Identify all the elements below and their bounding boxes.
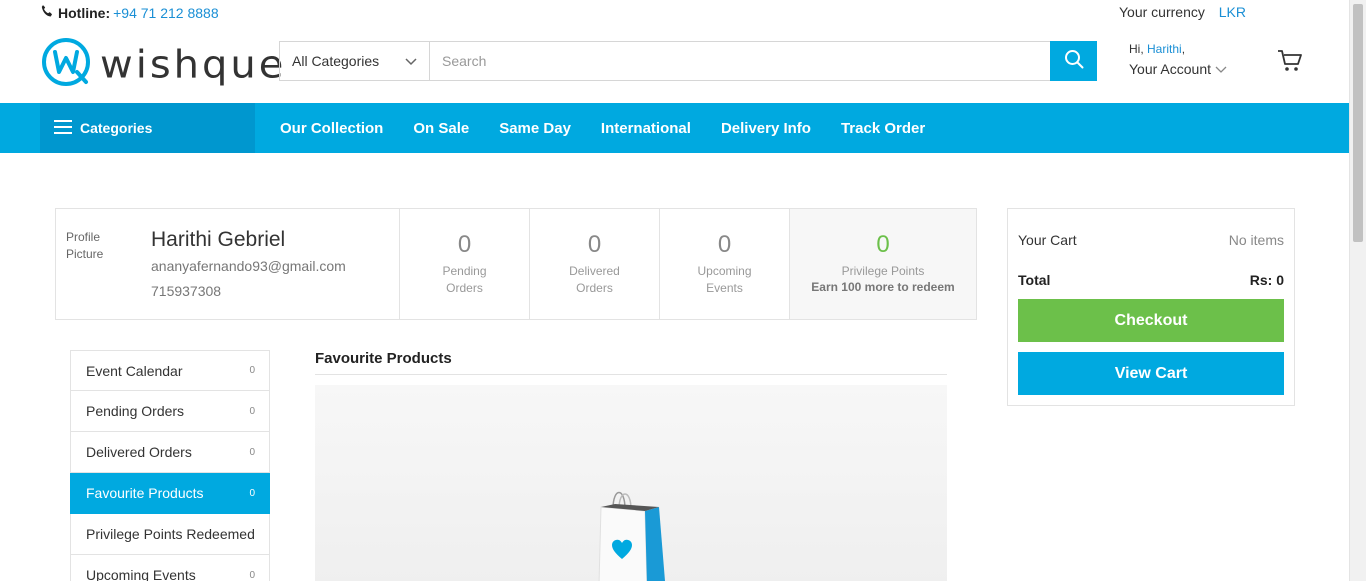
hotline-label: Hotline: bbox=[58, 5, 111, 21]
categories-label: Categories bbox=[80, 120, 153, 136]
logo-text: wishque bbox=[100, 42, 287, 87]
view-cart-button[interactable]: View Cart bbox=[1018, 352, 1284, 395]
side-menu-item-delivered-orders[interactable]: Delivered Orders 0 bbox=[70, 432, 270, 473]
cart-title: Your Cart bbox=[1018, 232, 1077, 248]
page-scrollbar[interactable] bbox=[1349, 0, 1366, 581]
nav-link-same-day[interactable]: Same Day bbox=[499, 120, 571, 137]
nav-link-delivery-info[interactable]: Delivery Info bbox=[721, 120, 811, 137]
hotline: Hotline: +94 71 212 8888 bbox=[40, 4, 219, 22]
nav-link-track-order[interactable]: Track Order bbox=[841, 120, 925, 137]
privilege-hint: Earn 100 more to redeem bbox=[811, 280, 955, 294]
logo-icon bbox=[40, 36, 92, 93]
side-menu-count: 0 bbox=[249, 365, 255, 376]
currency-selector[interactable]: Your currency LKR bbox=[1119, 4, 1246, 20]
account-menu[interactable]: Hi, Harithi, Your Account bbox=[1129, 42, 1227, 77]
account-greeting: Hi, Harithi, bbox=[1129, 42, 1227, 56]
profile-info: Profile Picture Harithi Gebriel ananyafe… bbox=[56, 209, 400, 319]
main-nav: Categories Our Collection On Sale Same D… bbox=[0, 103, 1349, 153]
nav-link-international[interactable]: International bbox=[601, 120, 691, 137]
cart-status: No items bbox=[1228, 232, 1284, 248]
category-select-value: All Categories bbox=[292, 53, 380, 69]
search-bar: All Categories bbox=[279, 41, 1097, 81]
currency-value[interactable]: LKR bbox=[1219, 4, 1246, 20]
side-menu-item-pending-orders[interactable]: Pending Orders 0 bbox=[70, 391, 270, 432]
stat-value: 0 bbox=[717, 231, 732, 258]
chevron-down-icon bbox=[405, 53, 417, 69]
cart-icon[interactable] bbox=[1277, 49, 1303, 78]
your-account-dropdown[interactable]: Your Account bbox=[1129, 61, 1227, 77]
search-button[interactable] bbox=[1050, 41, 1097, 81]
checkout-button[interactable]: Checkout bbox=[1018, 299, 1284, 342]
stat-privilege-points[interactable]: 0 Privilege Points Earn 100 more to rede… bbox=[790, 209, 976, 319]
stat-upcoming-events[interactable]: 0 Upcoming Events bbox=[660, 209, 790, 319]
side-menu-label: Privilege Points Redeemed bbox=[86, 526, 255, 542]
search-icon bbox=[1064, 49, 1084, 74]
phone-icon bbox=[40, 4, 55, 22]
profile-picture: Profile Picture bbox=[66, 230, 104, 261]
side-menu-label: Event Calendar bbox=[86, 362, 183, 379]
cart-total-label: Total bbox=[1018, 272, 1051, 288]
divider bbox=[315, 374, 947, 375]
profile-phone: 715937308 bbox=[151, 283, 222, 299]
nav-link-on-sale[interactable]: On Sale bbox=[413, 120, 469, 137]
side-menu-count: 0 bbox=[249, 446, 255, 458]
profile-card: Profile Picture Harithi Gebriel ananyafe… bbox=[55, 208, 977, 320]
account-username[interactable]: Harithi bbox=[1147, 42, 1182, 56]
side-menu-label: Upcoming Events bbox=[86, 567, 196, 581]
stat-label: Privilege Points bbox=[841, 264, 925, 278]
search-input[interactable] bbox=[430, 42, 1050, 80]
hotline-number[interactable]: +94 71 212 8888 bbox=[113, 5, 219, 21]
side-menu-item-upcoming-events[interactable]: Upcoming Events 0 bbox=[70, 555, 270, 581]
scrollbar-thumb[interactable] bbox=[1353, 4, 1363, 242]
category-select[interactable]: All Categories bbox=[280, 42, 430, 80]
side-menu-label: Pending Orders bbox=[86, 403, 185, 419]
profile-name: Harithi Gebriel bbox=[151, 228, 286, 251]
cart-header: Your Cart No items bbox=[1018, 232, 1284, 248]
stat-label: Upcoming Events bbox=[697, 264, 752, 295]
side-menu-label: Favourite Products bbox=[86, 485, 204, 501]
side-menu-label: Delivered Orders bbox=[86, 444, 192, 460]
favourites-empty-state bbox=[315, 385, 947, 581]
profile-email: ananyafernando93@gmail.com bbox=[151, 258, 346, 274]
nav-link-our-collection[interactable]: Our Collection bbox=[280, 120, 383, 137]
stat-pending-orders[interactable]: 0 Pending Orders bbox=[400, 209, 530, 319]
hamburger-icon bbox=[54, 119, 72, 137]
cart-total-row: Total Rs: 0 bbox=[1018, 272, 1284, 288]
account-side-menu: Event Calendar 0 Pending Orders 0 Delive… bbox=[70, 350, 270, 581]
your-account-label: Your Account bbox=[1129, 61, 1211, 77]
favourites-title: Favourite Products bbox=[315, 350, 452, 367]
stat-label: Delivered Orders bbox=[569, 264, 620, 295]
nav-links: Our Collection On Sale Same Day Internat… bbox=[280, 103, 925, 153]
stat-value: 0 bbox=[587, 231, 602, 258]
logo[interactable]: wishque bbox=[40, 36, 286, 93]
greeting-text: Hi, bbox=[1129, 42, 1144, 56]
cart-total-value: Rs: 0 bbox=[1249, 272, 1284, 288]
side-menu-count: 0 bbox=[249, 405, 255, 417]
greeting-comma: , bbox=[1181, 42, 1186, 56]
page: Hotline: +94 71 212 8888 Your currency L… bbox=[0, 0, 1366, 581]
stat-value: 0 bbox=[457, 231, 472, 258]
stat-label: Pending Orders bbox=[442, 264, 487, 295]
side-menu-count: 0 bbox=[249, 569, 255, 581]
shopping-bag-heart-icon bbox=[595, 485, 667, 581]
categories-menu-button[interactable]: Categories bbox=[40, 103, 255, 153]
currency-label: Your currency bbox=[1119, 4, 1205, 20]
side-menu-item-event-calendar[interactable]: Event Calendar 0 bbox=[70, 350, 270, 391]
stat-delivered-orders[interactable]: 0 Delivered Orders bbox=[530, 209, 660, 319]
side-menu-count: 0 bbox=[249, 487, 255, 499]
cart-summary: Your Cart No items Total Rs: 0 Checkout … bbox=[1007, 208, 1295, 406]
chevron-down-icon bbox=[1215, 61, 1227, 77]
stat-value: 0 bbox=[876, 231, 890, 258]
side-menu-item-privilege-points-redeemed[interactable]: Privilege Points Redeemed bbox=[70, 514, 270, 555]
side-menu-item-favourite-products[interactable]: Favourite Products 0 bbox=[70, 473, 270, 514]
